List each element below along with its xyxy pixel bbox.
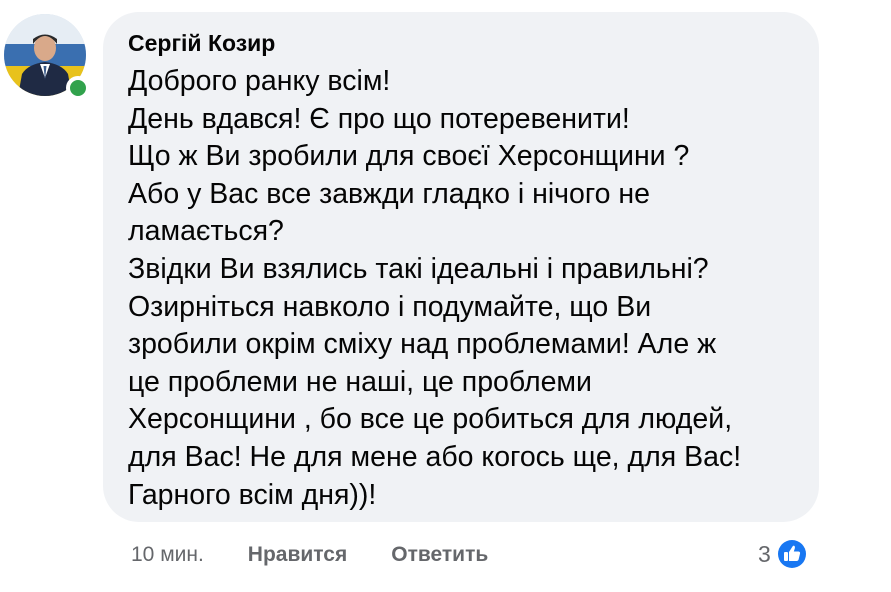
avatar-container[interactable] <box>4 14 90 100</box>
comment-line: Доброго ранку всім! <box>128 65 391 97</box>
comment-line: Або у Вас все завжди гладко і нічого не <box>128 177 650 210</box>
reactions-summary[interactable]: 3 <box>758 536 809 572</box>
comment-line: Звідки Ви взялись такі ідеальні і правил… <box>128 252 709 285</box>
comment-line: ламається? <box>128 215 284 248</box>
like-button[interactable]: Нравится <box>248 543 347 567</box>
comment-line: Гарного всім дня))! <box>128 478 377 511</box>
comment-line: це проблеми не наші, це проблеми <box>128 365 592 398</box>
comment-bubble: Сергій Козир Доброго ранку всім! День вд… <box>103 12 819 522</box>
comment-line: День вдався! Є про що потеревенити! <box>128 102 630 135</box>
comment-line: Озирніться навколо і подумайте, що Ви <box>128 290 652 323</box>
comment-author-name[interactable]: Сергій Козир <box>128 30 275 57</box>
online-status-dot <box>66 76 90 100</box>
comment-screen: Сергій Козир Доброго ранку всім! День вд… <box>0 0 891 592</box>
comment-line: Херсонщини , бо все це робиться для люде… <box>128 403 733 436</box>
comment-timestamp[interactable]: 10 мин. <box>131 543 204 567</box>
comment-line: зробили окрім сміху над проблемами! Але … <box>128 328 717 361</box>
comment-line: для Вас! Не для мене або когось ще, для … <box>128 440 742 473</box>
reply-button[interactable]: Ответить <box>391 543 488 567</box>
reaction-count: 3 <box>758 540 771 567</box>
comment-text: Доброго ранку всім! День вдався! Є про щ… <box>128 63 800 514</box>
comment-actions: 10 мин. Нравится Ответить <box>131 538 488 572</box>
like-thumbs-up-icon <box>775 538 808 570</box>
comment-line: Що ж Ви зробили для своєї Херсонщини ? <box>128 140 690 173</box>
